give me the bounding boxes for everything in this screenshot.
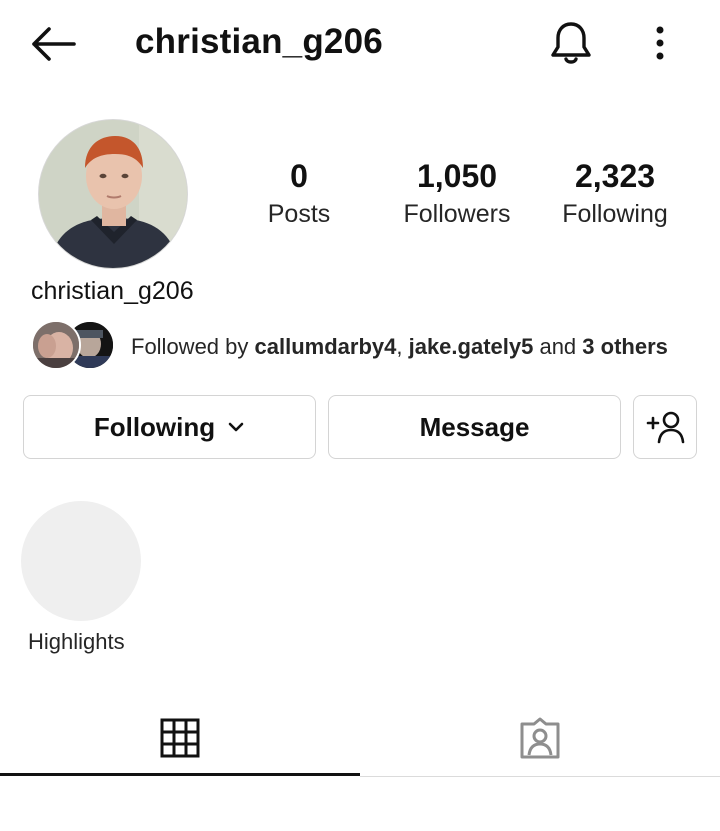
followers-label: Followers [403,200,511,228]
mutual-avatar-1 [31,320,81,370]
followers-stat[interactable]: 1,050 Followers [387,156,527,230]
arrow-left-icon [32,27,76,61]
posts-label: Posts [267,200,331,228]
notifications-button[interactable] [548,20,594,66]
following-label: Following [562,200,668,228]
grid-icon [160,718,200,758]
posts-stat[interactable]: 0 Posts [229,156,369,230]
mutual-user-2[interactable]: jake.gately5 [409,334,534,359]
tab-posts-grid[interactable] [0,700,360,776]
tab-divider [360,776,720,777]
bell-icon [551,22,591,64]
mutual-user-1[interactable]: callumdarby4 [255,334,397,359]
message-button-label: Message [419,411,530,442]
followed-by-text[interactable]: Followed by callumdarby4, jake.gately5 a… [131,334,668,360]
followed-by-separator: , [396,334,409,359]
following-stat[interactable]: 2,323 Following [545,156,685,230]
message-button[interactable]: Message [328,395,621,459]
back-button[interactable] [30,26,76,62]
following-button-label: Following [93,411,216,442]
suggested-users-button[interactable] [633,395,697,459]
mutual-followers-avatars[interactable] [31,320,115,372]
followed-by-conjunction: and [533,334,583,359]
following-button[interactable]: Following [23,395,316,459]
mutual-others[interactable]: 3 others [582,334,668,359]
following-count: 2,323 [574,158,656,194]
chevron-down-icon [228,422,244,432]
more-options-button[interactable] [646,24,674,64]
profile-avatar[interactable] [38,119,188,269]
followed-by-prefix: Followed by [131,334,255,359]
tagged-user-icon [520,717,560,759]
active-tab-indicator [0,773,360,776]
header-username: christian_g206 [135,22,383,61]
profile-name: christian_g206 [31,277,194,305]
tab-tagged[interactable] [360,700,720,776]
profile-photo [39,120,187,268]
highlight-placeholder[interactable] [21,501,141,621]
more-vertical-icon [656,26,664,60]
highlights-label: Highlights [28,629,125,654]
posts-count: 0 [290,158,308,194]
add-user-icon [646,411,685,444]
top-bar: christian_g206 [0,0,720,86]
followers-count: 1,050 [416,158,498,194]
